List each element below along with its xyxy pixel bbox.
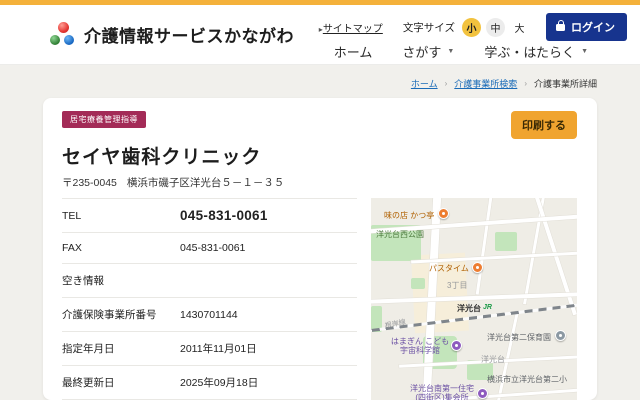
location-map[interactable]: 味の店 かつ亭 洋光台西公園 パスタイム 3丁目 洋光台 JR 根岸線 洋光台第… <box>371 198 577 400</box>
logo-dots-icon <box>50 22 76 47</box>
nav-learn-work-label: 学ぶ・はたらく <box>484 42 575 61</box>
site-logo[interactable]: 介護情報サービスかながわ <box>50 22 294 47</box>
breadcrumb-search[interactable]: 介護事業所検索 <box>454 77 517 90</box>
breadcrumb-home[interactable]: ホーム <box>411 77 438 90</box>
map-label-pastime: パスタイム <box>429 264 469 273</box>
map-marker-nursery-icon[interactable] <box>555 330 566 341</box>
service-category-badge: 居宅療養管理指導 <box>62 111 146 128</box>
font-size-label: 文字サイズ <box>403 20 455 35</box>
row-value: 1430701144 <box>180 309 238 321</box>
map-label-district-yokodai: 洋光台 <box>481 355 505 364</box>
card-top-row: 居宅療養管理指導 印刷する <box>62 111 577 139</box>
row-value: 045-831-0061 <box>180 242 245 254</box>
map-marker-science-museum-icon[interactable] <box>451 340 462 351</box>
nav-learn-work[interactable]: 学ぶ・はたらく ▼ <box>484 42 588 61</box>
breadcrumb-separator: › <box>524 79 527 88</box>
nav-home[interactable]: ホーム <box>334 42 373 61</box>
map-marker-restaurant-icon[interactable] <box>438 208 449 219</box>
breadcrumb-current: 介護事業所詳細 <box>534 77 597 90</box>
lock-icon <box>556 24 565 31</box>
logo-dot-blue <box>64 35 74 45</box>
map-label-science-museum: はまぎん こども宇宙科学館 <box>389 337 451 355</box>
map-park-area <box>411 278 425 289</box>
table-row-tel: TEL 045-831-0061 <box>62 198 357 232</box>
table-row-office-number: 介護保険事業所番号 1430701144 <box>62 297 357 331</box>
sitemap-link[interactable]: サイトマップ <box>319 20 383 35</box>
street-address: 横浜市磯子区洋光台５－１－３５ <box>127 175 285 190</box>
map-label-station: 洋光台 <box>457 304 481 313</box>
row-value: 2011年11月01日 <box>180 341 257 356</box>
row-label: 介護保険事業所番号 <box>62 307 180 322</box>
row-label: 最終更新日 <box>62 375 180 390</box>
map-road <box>476 198 494 295</box>
map-marker-meeting-hall-icon[interactable] <box>477 388 488 399</box>
breadcrumb: ホーム › 介護事業所検索 › 介護事業所詳細 <box>0 77 597 90</box>
login-button[interactable]: ログイン <box>546 13 627 41</box>
font-size-medium-button[interactable]: 中 <box>486 18 505 37</box>
row-label: FAX <box>62 242 180 254</box>
map-label-elementary-school: 横浜市立洋光台第二小 <box>487 375 567 384</box>
utility-bar: サイトマップ 文字サイズ 小 中 大 ログイン <box>319 13 627 41</box>
map-label-meeting-hall: 洋光台南第一住宅(四街区)集会所 <box>407 384 477 400</box>
logo-dot-red <box>58 22 69 33</box>
font-size-large-button[interactable]: 大 <box>510 18 529 37</box>
chevron-down-icon: ▼ <box>447 48 454 55</box>
map-park-area <box>495 232 517 251</box>
row-label: TEL <box>62 210 180 222</box>
row-value: 2025年09月18日 <box>180 375 258 390</box>
chevron-down-icon: ▼ <box>581 48 588 55</box>
font-size-small-button[interactable]: 小 <box>462 18 481 37</box>
map-label-rail-line: 根岸線 <box>384 318 406 331</box>
nav-home-label: ホーム <box>334 42 373 61</box>
main-navigation: ホーム さがす ▼ 学ぶ・はたらく ▼ <box>334 42 588 61</box>
nav-search-label: さがす <box>402 42 441 61</box>
facility-detail-card: 居宅療養管理指導 印刷する セイヤ歯科クリニック 〒235-0045 横浜市磯子… <box>43 98 597 400</box>
detail-content: TEL 045-831-0061 FAX 045-831-0061 空き情報 介… <box>62 198 577 400</box>
facility-info-table: TEL 045-831-0061 FAX 045-831-0061 空き情報 介… <box>62 198 357 400</box>
map-label-nursery: 洋光台第二保育園 <box>487 333 551 342</box>
table-row-last-updated: 最終更新日 2025年09月18日 <box>62 365 357 399</box>
table-row-fax: FAX 045-831-0061 <box>62 232 357 263</box>
row-label: 空き情報 <box>62 273 180 288</box>
site-header: 介護情報サービスかながわ サイトマップ 文字サイズ 小 中 大 ログイン ホーム… <box>0 5 640 65</box>
row-value: 045-831-0061 <box>180 208 268 223</box>
facility-address: 〒235-0045 横浜市磯子区洋光台５－１－３５ <box>62 175 577 190</box>
facility-name: セイヤ歯科クリニック <box>62 142 577 169</box>
map-marker-pastime-icon[interactable] <box>472 262 483 273</box>
nav-search[interactable]: さがす ▼ <box>402 42 454 61</box>
map-label-district-3: 3丁目 <box>447 281 467 290</box>
postal-code: 〒235-0045 <box>62 175 117 190</box>
row-label: 指定年月日 <box>62 341 180 356</box>
site-title: 介護情報サービスかながわ <box>84 22 294 47</box>
jr-logo-icon: JR <box>483 304 492 311</box>
map-road <box>371 292 577 304</box>
table-row-availability: 空き情報 <box>62 263 357 297</box>
map-label-west-park: 洋光台西公園 <box>376 230 424 239</box>
print-button[interactable]: 印刷する <box>511 111 577 139</box>
breadcrumb-separator: › <box>445 79 448 88</box>
logo-dot-green <box>50 35 60 45</box>
table-row-designation-date: 指定年月日 2011年11月01日 <box>62 331 357 365</box>
map-label-restaurant: 味の店 かつ亭 <box>384 211 434 220</box>
login-label: ログイン <box>571 19 615 35</box>
